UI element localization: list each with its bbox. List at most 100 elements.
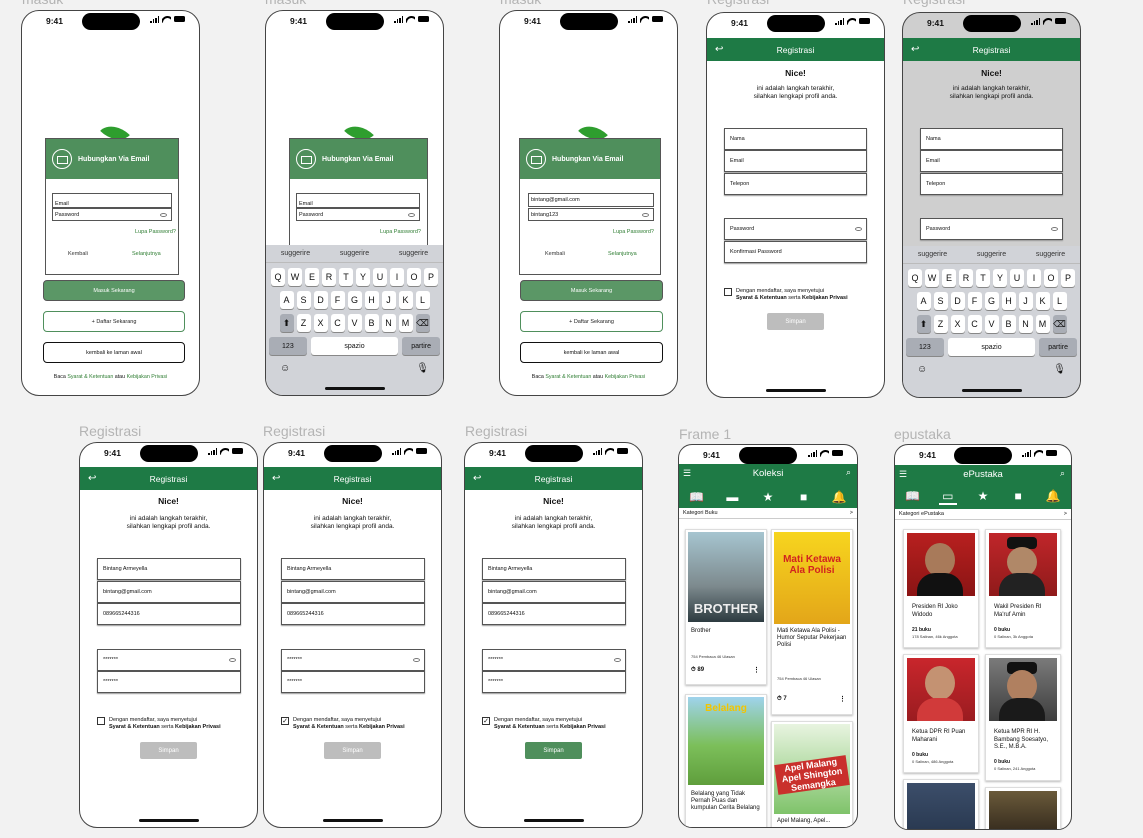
key[interactable]: O	[1044, 269, 1058, 287]
key[interactable]: Y	[993, 269, 1007, 287]
register-button[interactable]: + Daftar Sekarang	[520, 311, 663, 332]
key[interactable]: I	[1027, 269, 1041, 287]
key[interactable]: R	[322, 268, 336, 286]
email-field[interactable]: Email	[724, 150, 867, 172]
terms-link[interactable]: Syarat & Ketentuan	[494, 724, 545, 730]
key[interactable]: V	[347, 314, 362, 332]
person-card[interactable]	[985, 787, 1061, 829]
book-icon[interactable]: ▬	[723, 490, 741, 504]
privacy-link[interactable]: Kebijakan Privasi	[605, 374, 646, 380]
forgot-password-link[interactable]: Lupa Password?	[613, 229, 654, 235]
password-field[interactable]: Password	[296, 208, 420, 221]
key[interactable]: K	[398, 291, 413, 309]
name-field[interactable]: Bintang Armeyella	[482, 558, 626, 580]
back-home-button[interactable]: kembali ke laman awal	[520, 342, 663, 363]
login-button[interactable]: Masuk Sekarang	[520, 280, 663, 301]
key[interactable]: F	[330, 291, 345, 309]
search-icon[interactable]: ⌕	[1060, 468, 1065, 479]
back-arrow-icon[interactable]: ↩	[715, 44, 723, 55]
key[interactable]: J	[381, 291, 396, 309]
back-link[interactable]: Kembali	[68, 251, 88, 257]
eye-icon[interactable]	[1051, 227, 1058, 231]
space-key[interactable]: spazio	[947, 338, 1036, 356]
back-home-button[interactable]: kembali ke laman awal	[43, 342, 185, 363]
key[interactable]: F	[967, 292, 982, 310]
key[interactable]: O	[407, 268, 421, 286]
shift-key[interactable]: ⬆	[279, 314, 294, 332]
star-icon[interactable]: ★	[974, 489, 992, 505]
star-icon[interactable]: ★	[759, 490, 777, 504]
phone-field[interactable]: 089665244316	[97, 603, 241, 625]
key[interactable]: P	[424, 268, 438, 286]
confirm-password-field[interactable]: Konfirmasi Password	[724, 241, 867, 263]
key[interactable]: N	[1018, 315, 1033, 333]
phone-field[interactable]: Telepon	[724, 173, 867, 195]
agree-checkbox[interactable]: Dengan mendaftar, saya menyetujui Syarat …	[724, 288, 848, 301]
key[interactable]: C	[330, 314, 345, 332]
back-arrow-icon[interactable]: ↩	[272, 473, 280, 484]
category-row[interactable]: Kategori ePustaka >	[895, 508, 1071, 520]
key[interactable]: Z	[296, 314, 311, 332]
key[interactable]: D	[950, 292, 965, 310]
email-field[interactable]: bintang@gmail.com	[281, 581, 425, 603]
key[interactable]: Y	[356, 268, 370, 286]
key[interactable]: L	[415, 291, 430, 309]
person-card[interactable]: Presiden RI Joko Widodo 21 buku 178 Sali…	[903, 529, 979, 648]
key[interactable]: H	[364, 291, 379, 309]
key[interactable]: S	[296, 291, 311, 309]
book-card[interactable]: Belalang Belalang yang Tidak Pernah Puas…	[685, 694, 767, 827]
key[interactable]: A	[279, 291, 294, 309]
key[interactable]: E	[305, 268, 319, 286]
agree-checkbox[interactable]: ✓ Dengan mendaftar, saya menyetujui Syarat…	[482, 717, 606, 730]
key[interactable]: G	[984, 292, 999, 310]
key[interactable]: E	[942, 269, 956, 287]
key[interactable]: M	[398, 314, 413, 332]
key[interactable]: M	[1035, 315, 1050, 333]
key[interactable]: H	[1001, 292, 1016, 310]
key[interactable]: N	[381, 314, 396, 332]
key[interactable]: D	[313, 291, 328, 309]
microphone-icon[interactable]: 🎙	[416, 363, 429, 374]
key[interactable]: Q	[271, 268, 285, 286]
key[interactable]: X	[313, 314, 328, 332]
name-field[interactable]: Nama	[920, 128, 1063, 150]
eye-icon[interactable]	[413, 658, 420, 662]
person-card[interactable]: Ketua DPR RI Puan Maharani 0 buku 0 Sali…	[903, 654, 979, 773]
book-card[interactable]: BROTHER Brother 754 Pembaca 46 Ulasan ⏱ …	[685, 529, 767, 685]
save-button[interactable]: Simpan	[525, 742, 582, 759]
password-field[interactable]: *******	[482, 649, 626, 671]
bag-icon[interactable]: ■	[1009, 489, 1027, 505]
confirm-password-field[interactable]: *******	[281, 671, 425, 693]
email-field[interactable]: bintang@gmail.com	[528, 193, 654, 207]
key[interactable]: B	[1001, 315, 1016, 333]
email-field[interactable]: Email	[920, 150, 1063, 172]
microphone-icon[interactable]: 🎙	[1053, 364, 1066, 375]
agree-checkbox[interactable]: Dengan mendaftar, saya menyetujui Syarat …	[97, 717, 221, 730]
key[interactable]: L	[1052, 292, 1067, 310]
forgot-password-link[interactable]: Lupa Password?	[380, 229, 421, 235]
chevron-right-icon[interactable]: >	[850, 510, 853, 516]
key[interactable]: B	[364, 314, 379, 332]
key[interactable]: T	[339, 268, 353, 286]
eye-icon[interactable]	[160, 212, 167, 217]
email-field[interactable]: Email	[52, 193, 172, 208]
key[interactable]: W	[288, 268, 302, 286]
next-link[interactable]: Selanjutnya	[608, 251, 637, 257]
more-vert-icon[interactable]: ⋮	[753, 666, 760, 674]
save-button[interactable]: Simpan	[324, 742, 381, 759]
checkbox-box[interactable]	[97, 717, 105, 725]
email-field[interactable]: Email	[296, 193, 420, 208]
privacy-link[interactable]: Kebijakan Privasi	[359, 724, 405, 730]
suggestion[interactable]: suggerire	[399, 250, 428, 257]
save-button[interactable]: Simpan	[767, 313, 824, 330]
suggestion[interactable]: suggerire	[1036, 251, 1065, 258]
login-button[interactable]: Masuk Sekarang	[43, 280, 185, 301]
password-field[interactable]: Password	[724, 218, 867, 240]
book-open-icon[interactable]: 📖	[688, 490, 706, 504]
book-card[interactable]: Apel Malang Apel Shington Semangka Apel …	[771, 721, 853, 827]
space-key[interactable]: spazio	[310, 337, 399, 355]
book-open-icon[interactable]: 📖	[904, 489, 922, 505]
forgot-password-link[interactable]: Lupa Password?	[135, 229, 176, 235]
back-link[interactable]: Kembali	[545, 251, 565, 257]
password-field[interactable]: *******	[97, 649, 241, 671]
